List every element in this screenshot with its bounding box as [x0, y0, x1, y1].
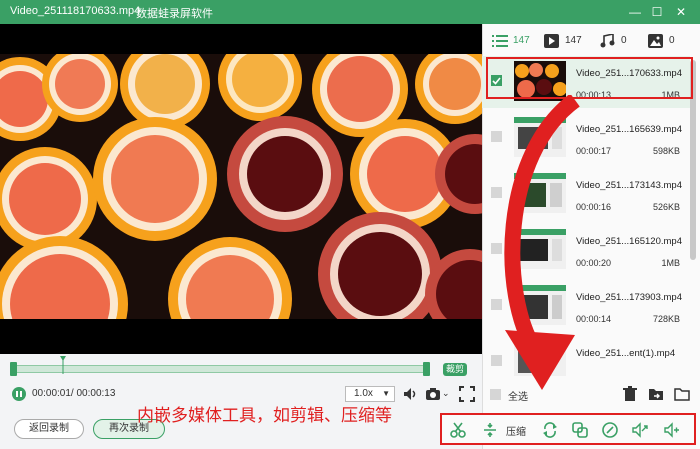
list-icon [492, 35, 508, 47]
trim-end-handle[interactable] [423, 362, 430, 376]
image-icon [648, 34, 663, 48]
file-size: 728KB [652, 314, 680, 324]
maximize-icon[interactable]: ☐ [646, 2, 668, 22]
media-tabs: 147 147 0 0 [482, 26, 700, 56]
compress-icon[interactable] [482, 422, 498, 438]
timeline[interactable] [10, 356, 430, 376]
annotation-text: 内嵌多媒体工具，如剪辑、压缩等 [137, 406, 392, 426]
convert-icon[interactable] [542, 422, 558, 438]
tab-count: 147 [513, 35, 530, 46]
minimize-icon[interactable]: — [624, 2, 646, 22]
tab-count: 0 [669, 35, 675, 46]
speed-select[interactable]: 1.0x ▼ [345, 386, 395, 402]
compress-label[interactable]: 压缩 [506, 423, 526, 438]
pause-icon[interactable] [12, 387, 26, 401]
media-tools-toolbar: 压缩 [440, 413, 696, 445]
close-icon[interactable]: ✕ [670, 2, 692, 22]
camera-icon[interactable] [425, 386, 441, 402]
volume-icon[interactable] [664, 422, 680, 438]
selected-item-highlight [486, 57, 693, 99]
video-icon [544, 34, 559, 48]
playhead-marker[interactable] [60, 356, 66, 374]
folder-icon[interactable] [674, 386, 690, 402]
merge-icon[interactable] [572, 422, 588, 438]
fullscreen-icon[interactable] [459, 386, 475, 402]
trim-start-handle[interactable] [10, 362, 17, 376]
file-size: 598KB [652, 146, 680, 156]
chevron-down-icon[interactable]: ⌄ [442, 388, 450, 399]
chevron-down-icon: ▼ [382, 389, 390, 398]
select-all-label: 全选 [508, 392, 528, 403]
edit-icon[interactable] [602, 422, 618, 438]
file-size: 1MB [661, 258, 680, 268]
title-bar: Video_251118170633.mp4 数据蛙录屏软件 — ☐ ✕ [0, 0, 700, 24]
timeline-track[interactable] [10, 365, 430, 373]
file-size: 526KB [652, 202, 680, 212]
app-name: 数据蛙录屏软件 [136, 8, 213, 20]
playback-time: 00:00:01/ 00:00:13 [32, 388, 116, 399]
music-icon [600, 34, 615, 48]
trash-icon[interactable] [622, 386, 638, 402]
tab-count: 0 [621, 35, 627, 46]
clip-button[interactable]: 裁剪 [443, 363, 467, 376]
folder-export-icon[interactable] [648, 386, 664, 402]
volume-icon[interactable] [402, 386, 418, 402]
scissors-icon[interactable] [450, 422, 466, 438]
window-title: Video_251118170633.mp4 [10, 5, 141, 17]
video-preview[interactable] [0, 24, 482, 354]
select-all-checkbox[interactable] [490, 389, 501, 400]
back-to-record-button[interactable]: 返回录制 [14, 419, 84, 439]
tab-count: 147 [565, 35, 582, 46]
annotation-arrow [504, 95, 580, 390]
speed-value: 1.0x [354, 388, 373, 399]
audio-extract-icon[interactable] [632, 422, 648, 438]
